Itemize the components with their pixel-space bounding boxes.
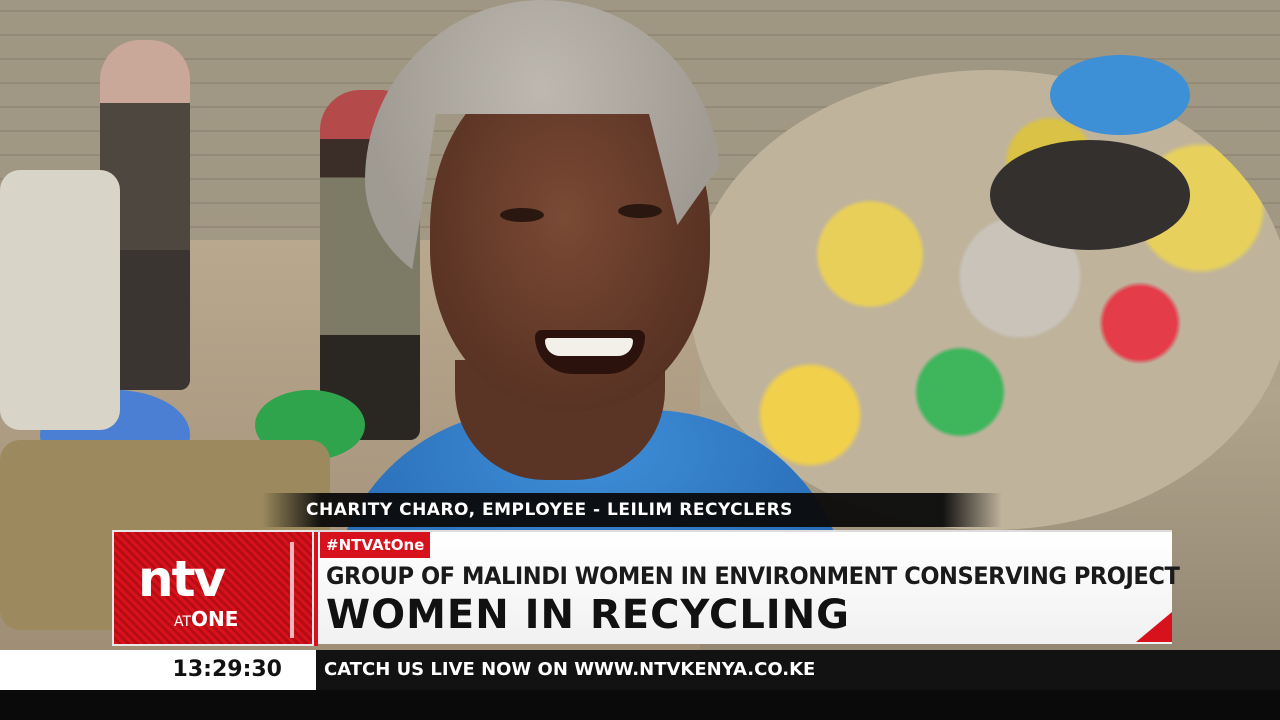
blue-barrel bbox=[1050, 55, 1190, 135]
logo-ntv-text: ntv bbox=[138, 550, 226, 608]
bottom-strip bbox=[0, 690, 1280, 720]
hashtag-badge: #NTVAtOne bbox=[320, 532, 431, 558]
subject-eye bbox=[618, 204, 662, 218]
logo-divider bbox=[290, 542, 294, 638]
name-strap: CHARITY CHARO, EMPLOYEE - LEILIM RECYCLE… bbox=[262, 493, 1002, 527]
clock: 13:29:30 bbox=[0, 650, 316, 690]
corner-accent bbox=[1136, 612, 1172, 642]
ntv-logo: ntv ATONE bbox=[112, 530, 314, 646]
panel-accent bbox=[314, 532, 318, 646]
subject-teeth bbox=[545, 338, 633, 356]
sacks bbox=[0, 170, 120, 430]
logo-atone-text: ATONE bbox=[174, 607, 239, 631]
sub-headline: GROUP OF MALINDI WOMEN IN ENVIRONMENT CO… bbox=[326, 562, 1180, 590]
news-ticker: CATCH US LIVE NOW ON WWW.NTVKENYA.CO.KE bbox=[316, 650, 1280, 690]
main-headline: WOMEN IN RECYCLING bbox=[326, 592, 850, 638]
subject-eye bbox=[500, 208, 544, 222]
black-tank bbox=[990, 140, 1190, 250]
